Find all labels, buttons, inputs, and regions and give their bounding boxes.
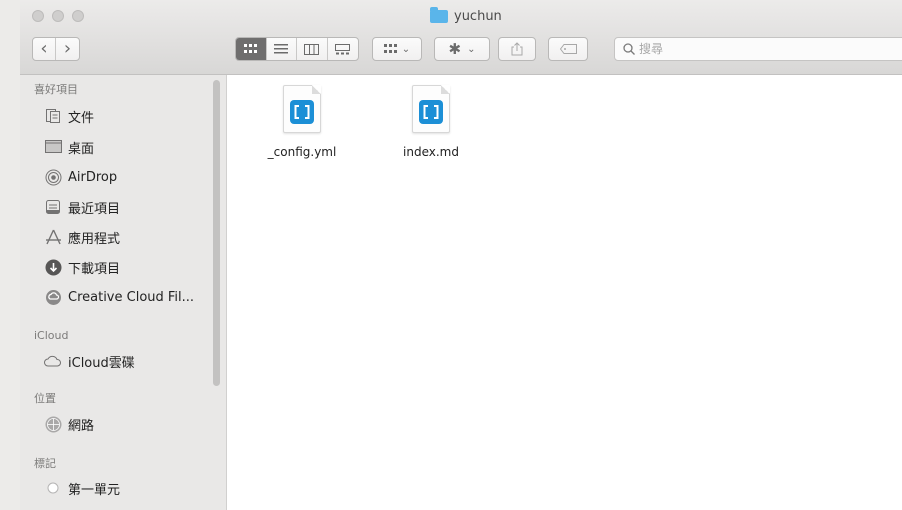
navigation-buttons: ‹ › — [32, 37, 80, 61]
window-title-text: yuchun — [454, 8, 502, 24]
airdrop-icon — [44, 168, 62, 186]
sidebar-item-recents[interactable]: 最近項目 — [44, 196, 120, 218]
file-item[interactable]: _config.yml — [252, 85, 352, 159]
sidebar-item-applications[interactable]: 應用程式 — [44, 226, 120, 248]
back-button[interactable]: ‹ — [33, 38, 57, 60]
window-title: yuchun — [430, 6, 502, 26]
sidebar-item-label: 桌面 — [68, 141, 95, 157]
arrange-button-content: ⌄ — [373, 38, 421, 60]
finder-window: yuchun ‹ › ⌄ ✱ ⌄ 搜尋 喜好項目 文件 桌面 AirDrop 最… — [20, 0, 902, 510]
sidebar-item-tag-unit-one[interactable]: 第一單元 — [44, 477, 120, 499]
file-item[interactable]: index.md — [381, 85, 481, 159]
gallery-view-button[interactable] — [328, 38, 358, 60]
share-button[interactable] — [498, 37, 536, 61]
sidebar-item-label: 最近項目 — [68, 201, 121, 217]
tag-icon — [559, 44, 577, 54]
gallery-view-icon — [335, 43, 351, 54]
arrange-icon — [383, 44, 397, 53]
desktop-icon — [44, 138, 62, 156]
column-view-button[interactable] — [297, 38, 328, 60]
sidebar-item-label: AirDrop — [68, 169, 118, 185]
icon-view-icon — [243, 44, 257, 53]
sidebar-item-label: 網路 — [68, 418, 95, 434]
forward-button[interactable]: › — [56, 38, 79, 60]
search-icon — [623, 43, 635, 55]
list-view-icon — [274, 44, 289, 54]
documents-icon — [44, 107, 62, 125]
share-button-content — [499, 38, 535, 60]
toolbar: yuchun ‹ › ⌄ ✱ ⌄ 搜尋 — [20, 0, 902, 75]
sidebar-item-label: 文件 — [68, 110, 95, 126]
arrange-button[interactable]: ⌄ — [372, 37, 422, 61]
sidebar-item-label: 應用程式 — [68, 231, 121, 247]
brackets-logo — [419, 100, 443, 124]
chevron-down-icon: ⌄ — [467, 43, 476, 55]
brackets-file-icon — [412, 85, 450, 133]
sidebar-item-label: 第一單元 — [68, 482, 121, 498]
close-window-button[interactable] — [32, 10, 44, 22]
view-mode-control — [235, 37, 359, 61]
share-icon — [511, 42, 523, 56]
folder-icon — [430, 6, 448, 23]
sidebar-item-creative-cloud[interactable]: Creative Cloud Fil... — [44, 286, 194, 308]
search-field[interactable] — [614, 37, 902, 61]
sidebar-item-network[interactable]: 網路 — [44, 413, 94, 435]
creative-cloud-icon — [44, 288, 62, 306]
sidebar-scrollbar[interactable] — [213, 80, 220, 386]
tag-circle-icon — [44, 479, 62, 497]
list-view-button[interactable] — [267, 38, 297, 60]
minimize-window-button[interactable] — [52, 10, 64, 22]
icon-view-button[interactable] — [236, 38, 267, 60]
sidebar-section-favorites: 喜好項目 — [34, 83, 78, 96]
action-button[interactable]: ✱ ⌄ — [434, 37, 490, 61]
sidebar-item-icloud-drive[interactable]: iCloud雲碟 — [44, 350, 135, 372]
brackets-file-icon — [283, 85, 321, 133]
sidebar-item-airdrop[interactable]: AirDrop — [44, 166, 117, 188]
tag-button-content — [549, 38, 587, 60]
sidebar-item-documents[interactable]: 文件 — [44, 105, 94, 127]
applications-icon — [44, 228, 62, 246]
file-browser: _config.yml index.md — [227, 75, 902, 510]
sidebar: 喜好項目 文件 桌面 AirDrop 最近項目 應用程式 下載項目 Creati… — [20, 75, 227, 510]
file-name: index.md — [403, 145, 459, 159]
search-input[interactable] — [639, 42, 879, 56]
downloads-icon — [44, 258, 62, 276]
icloud-icon — [44, 352, 62, 370]
brackets-logo — [290, 100, 314, 124]
tag-button[interactable] — [548, 37, 588, 61]
sidebar-section-icloud: iCloud — [34, 329, 69, 342]
sidebar-section-locations: 位置 — [34, 392, 56, 405]
sidebar-item-label: iCloud雲碟 — [68, 355, 135, 371]
sidebar-item-label: Creative Cloud Fil... — [68, 289, 195, 305]
zoom-window-button[interactable] — [72, 10, 84, 22]
sidebar-item-label: 下載項目 — [68, 261, 121, 277]
file-name: _config.yml — [267, 145, 337, 159]
network-icon — [44, 415, 62, 433]
recents-icon — [44, 198, 62, 216]
action-button-content: ✱ ⌄ — [435, 38, 489, 60]
sidebar-item-downloads[interactable]: 下載項目 — [44, 256, 120, 278]
column-view-icon — [304, 43, 320, 55]
sidebar-section-tags: 標記 — [34, 457, 56, 470]
chevron-down-icon: ⌄ — [401, 43, 411, 55]
gear-icon: ✱ — [448, 40, 462, 58]
sidebar-item-desktop[interactable]: 桌面 — [44, 136, 94, 158]
